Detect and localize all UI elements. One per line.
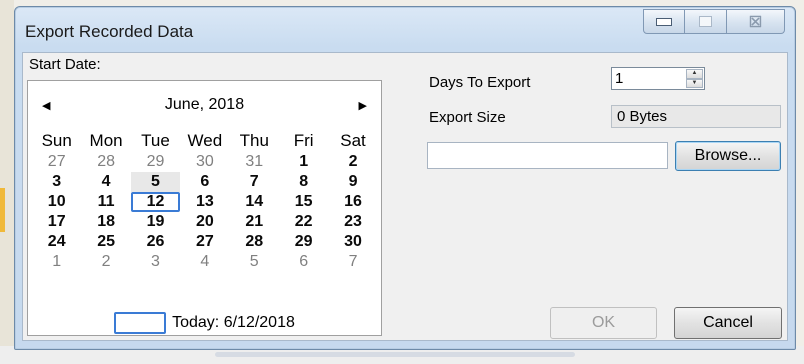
- calendar-day-selected[interactable]: 5: [130, 172, 181, 192]
- today-marker-icon: [114, 312, 167, 334]
- browse-button[interactable]: Browse...: [675, 141, 781, 171]
- weekday-header-mon: Mon: [89, 131, 123, 150]
- ok-button[interactable]: OK: [550, 307, 657, 339]
- weekday-header: Sun Mon Tue Wed Thu Fri Sat: [32, 130, 378, 152]
- minimize-button[interactable]: [643, 9, 685, 34]
- calendar-day[interactable]: 8: [279, 172, 328, 192]
- background-accent-stripe: [0, 188, 5, 232]
- calendar-day[interactable]: 9: [328, 172, 377, 192]
- close-button[interactable]: ☒: [727, 9, 785, 34]
- calendar-day[interactable]: 3: [32, 172, 81, 192]
- calendar-day[interactable]: 24: [32, 232, 81, 252]
- calendar-days: 27 28 29 30 31 1 2 3 4 5 6 7 8 9 10 11 12 13 14 15 16 17 18 19 2…: [32, 152, 378, 272]
- calendar-day[interactable]: 23: [328, 212, 377, 232]
- export-size-field: 0 Bytes: [611, 105, 781, 128]
- weekday-header-tue: Tue: [141, 131, 170, 150]
- calendar-week-row: 10 11 12 13 14 15 16: [32, 192, 378, 212]
- today-link[interactable]: Today: 6/12/2018: [28, 312, 381, 334]
- background-blurred-text: [215, 352, 575, 357]
- calendar-grid: Sun Mon Tue Wed Thu Fri Sat 27 28 29 30 31 1 2 3 4 5 6 7 8…: [32, 130, 378, 272]
- calendar-day[interactable]: 6: [279, 252, 328, 272]
- background-window-edge: [0, 0, 14, 364]
- calendar-day[interactable]: 30: [328, 232, 377, 252]
- calendar-day[interactable]: 18: [81, 212, 130, 232]
- calendar-day[interactable]: 25: [81, 232, 130, 252]
- calendar-day[interactable]: 2: [81, 252, 130, 272]
- calendar-day[interactable]: 10: [32, 192, 81, 212]
- calendar-day[interactable]: 11: [81, 192, 130, 212]
- weekday-header-wed: Wed: [187, 131, 223, 150]
- next-month-icon[interactable]: ▶: [359, 99, 367, 112]
- today-label: Today: 6/12/2018: [172, 314, 295, 331]
- calendar-day[interactable]: 30: [180, 152, 229, 172]
- start-date-calendar[interactable]: ◀ June, 2018 ▶ Sun Mon Tue Wed Thu Fri Sat 27 2…: [27, 80, 382, 336]
- calendar-week-row: 27 28 29 30 31 1 2: [32, 152, 378, 172]
- calendar-day[interactable]: 2: [328, 152, 377, 172]
- maximize-button: [685, 9, 727, 34]
- calendar-day[interactable]: 1: [32, 252, 81, 272]
- calendar-day[interactable]: 13: [180, 192, 229, 212]
- calendar-day[interactable]: 15: [279, 192, 328, 212]
- export-recorded-data-dialog: Export Recorded Data ☒ Start Date: ◀ Jun…: [14, 6, 796, 350]
- weekday-header-thu: Thu: [239, 131, 269, 150]
- calendar-day[interactable]: 28: [230, 232, 279, 252]
- minimize-icon: [656, 17, 672, 26]
- export-path-input[interactable]: [427, 142, 668, 169]
- export-size-label: Export Size: [429, 109, 506, 126]
- calendar-day[interactable]: 20: [180, 212, 229, 232]
- title-bar[interactable]: Export Recorded Data ☒: [15, 7, 795, 51]
- export-size-value: 0 Bytes: [617, 108, 668, 125]
- calendar-day[interactable]: 14: [230, 192, 279, 212]
- calendar-day[interactable]: 28: [81, 152, 130, 172]
- cancel-button[interactable]: Cancel: [674, 307, 782, 339]
- maximize-icon: [699, 16, 712, 27]
- calendar-day[interactable]: 21: [230, 212, 279, 232]
- spin-down-icon[interactable]: ▼: [686, 78, 703, 88]
- calendar-day[interactable]: 4: [180, 252, 229, 272]
- spin-up-icon[interactable]: ▲: [686, 69, 703, 79]
- calendar-day[interactable]: 27: [32, 152, 81, 172]
- calendar-day[interactable]: 22: [279, 212, 328, 232]
- days-to-export-spinner[interactable]: 1 ▲ ▼: [611, 67, 705, 90]
- calendar-day[interactable]: 26: [131, 232, 180, 252]
- spinner-buttons: ▲ ▼: [686, 69, 703, 88]
- calendar-week-row: 1234567: [32, 252, 378, 272]
- calendar-day[interactable]: 31: [230, 152, 279, 172]
- calendar-day[interactable]: 1: [279, 152, 328, 172]
- calendar-day[interactable]: 29: [279, 232, 328, 252]
- window-title: Export Recorded Data: [25, 22, 194, 41]
- calendar-week-row: 24 25 26 27 28 29 30: [32, 232, 378, 252]
- calendar-day[interactable]: 7: [328, 252, 377, 272]
- calendar-day[interactable]: 6: [180, 172, 229, 192]
- weekday-header-sun: Sun: [41, 131, 72, 150]
- dialog-client-area: Start Date: ◀ June, 2018 ▶ Sun Mon Tue Wed T…: [22, 52, 788, 341]
- weekday-header-sat: Sat: [340, 131, 366, 150]
- start-date-label: Start Date:: [29, 56, 101, 73]
- calendar-week-row: 3456789: [32, 172, 378, 192]
- calendar-day[interactable]: 5: [230, 252, 279, 272]
- weekday-header-fri: Fri: [293, 131, 314, 150]
- close-icon: ☒: [748, 13, 763, 31]
- days-to-export-label: Days To Export: [429, 74, 531, 91]
- window-controls: ☒: [643, 9, 785, 35]
- days-to-export-value[interactable]: 1: [615, 70, 623, 87]
- calendar-week-row: 17 18 19 20 21 22 23: [32, 212, 378, 232]
- calendar-day[interactable]: 16: [328, 192, 377, 212]
- calendar-day[interactable]: 29: [131, 152, 180, 172]
- calendar-day[interactable]: 3: [131, 252, 180, 272]
- calendar-day-today[interactable]: 12: [130, 192, 181, 212]
- calendar-day[interactable]: 17: [32, 212, 81, 232]
- calendar-day[interactable]: 27: [180, 232, 229, 252]
- calendar-day[interactable]: 7: [230, 172, 279, 192]
- calendar-day[interactable]: 19: [131, 212, 180, 232]
- calendar-month-label[interactable]: June, 2018: [28, 96, 381, 114]
- calendar-day[interactable]: 4: [81, 172, 130, 192]
